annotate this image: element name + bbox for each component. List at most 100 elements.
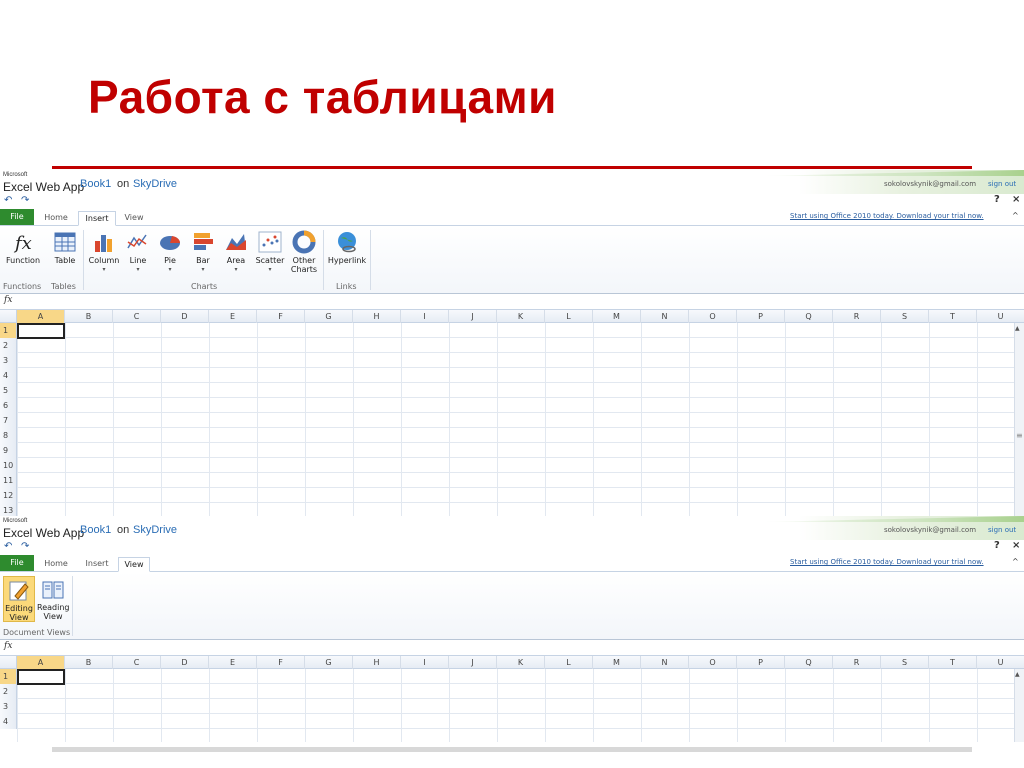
tab-home[interactable]: Home xyxy=(38,211,74,226)
formula-bar[interactable]: fx xyxy=(0,640,1024,656)
editing-view-button[interactable]: Editing View xyxy=(3,576,35,622)
row-header-3[interactable]: 3 xyxy=(0,699,17,714)
undo-icon[interactable]: ↶ xyxy=(4,541,12,552)
tab-home[interactable]: Home xyxy=(38,557,74,572)
column-header-i[interactable]: I xyxy=(401,310,449,323)
office-promo-link[interactable]: Start using Office 2010 today. Download … xyxy=(790,558,984,566)
formula-bar[interactable]: fx xyxy=(0,294,1024,310)
pie-chart-button[interactable]: Pie ▾ xyxy=(156,230,184,274)
close-button[interactable]: × xyxy=(1012,540,1020,551)
column-header-c[interactable]: C xyxy=(113,310,161,323)
column-header-e[interactable]: E xyxy=(209,310,257,323)
column-header-l[interactable]: L xyxy=(545,310,593,323)
office-promo-link[interactable]: Start using Office 2010 today. Download … xyxy=(790,212,984,220)
row-header-12[interactable]: 12 xyxy=(0,488,17,503)
tab-file[interactable]: File xyxy=(0,555,34,571)
column-header-g[interactable]: G xyxy=(305,310,353,323)
skydrive-link[interactable]: SkyDrive xyxy=(133,524,177,536)
redo-icon[interactable]: ↷ xyxy=(21,195,29,206)
column-header-l[interactable]: L xyxy=(545,656,593,669)
skydrive-link[interactable]: SkyDrive xyxy=(133,178,177,190)
column-header-f[interactable]: F xyxy=(257,656,305,669)
column-header-m[interactable]: M xyxy=(593,656,641,669)
column-header-k[interactable]: K xyxy=(497,310,545,323)
collapse-ribbon-icon[interactable]: ^ xyxy=(1012,557,1019,566)
row-header-3[interactable]: 3 xyxy=(0,353,17,368)
column-header-t[interactable]: T xyxy=(929,656,977,669)
column-header-c[interactable]: C xyxy=(113,656,161,669)
line-chart-button[interactable]: Line ▾ xyxy=(124,230,152,274)
workbook-name-link[interactable]: Book1 xyxy=(80,178,111,190)
column-header-j[interactable]: J xyxy=(449,656,497,669)
scroll-up-icon[interactable]: ▲ xyxy=(1015,325,1020,332)
close-button[interactable]: × xyxy=(1012,194,1020,205)
scatter-chart-button[interactable]: Scatter ▾ xyxy=(255,230,285,274)
vertical-scrollbar[interactable]: ▲ xyxy=(1014,669,1024,742)
scroll-grip-icon[interactable]: ≡ xyxy=(1016,431,1023,440)
column-header-s[interactable]: S xyxy=(881,310,929,323)
row-header-1[interactable]: 1 xyxy=(0,669,17,684)
sign-out-link[interactable]: sign out xyxy=(988,526,1016,534)
column-header-j[interactable]: J xyxy=(449,310,497,323)
tab-insert[interactable]: Insert xyxy=(78,557,116,572)
column-header-o[interactable]: O xyxy=(689,656,737,669)
other-charts-button[interactable]: Other Charts xyxy=(288,230,320,274)
help-button[interactable]: ? xyxy=(994,194,1000,205)
collapse-ribbon-icon[interactable]: ^ xyxy=(1012,211,1019,220)
column-header-h[interactable]: H xyxy=(353,310,401,323)
column-header-m[interactable]: M xyxy=(593,310,641,323)
row-header-4[interactable]: 4 xyxy=(0,714,17,729)
function-button[interactable]: fx Function xyxy=(3,230,43,265)
column-header-t[interactable]: T xyxy=(929,310,977,323)
scroll-up-icon[interactable]: ▲ xyxy=(1015,671,1020,678)
column-header-b[interactable]: B xyxy=(65,656,113,669)
active-cell-a1[interactable] xyxy=(17,669,65,685)
reading-view-button[interactable]: Reading View xyxy=(37,576,69,622)
row-header-9[interactable]: 9 xyxy=(0,443,17,458)
column-header-u[interactable]: U xyxy=(977,656,1024,669)
table-button[interactable]: Table xyxy=(50,230,80,265)
row-header-11[interactable]: 11 xyxy=(0,473,17,488)
column-header-a[interactable]: A xyxy=(17,310,65,323)
column-header-b[interactable]: B xyxy=(65,310,113,323)
row-header-7[interactable]: 7 xyxy=(0,413,17,428)
workbook-name-link[interactable]: Book1 xyxy=(80,524,111,536)
sign-out-link[interactable]: sign out xyxy=(988,180,1016,188)
active-cell-a1[interactable] xyxy=(17,323,65,339)
column-header-q[interactable]: Q xyxy=(785,656,833,669)
column-header-f[interactable]: F xyxy=(257,310,305,323)
column-header-o[interactable]: O xyxy=(689,310,737,323)
row-header-2[interactable]: 2 xyxy=(0,684,17,699)
tab-file[interactable]: File xyxy=(0,209,34,225)
column-header-p[interactable]: P xyxy=(737,656,785,669)
select-all-corner[interactable] xyxy=(0,656,17,669)
row-header-10[interactable]: 10 xyxy=(0,458,17,473)
column-header-n[interactable]: N xyxy=(641,310,689,323)
area-chart-button[interactable]: Area ▾ xyxy=(222,230,250,274)
column-header-r[interactable]: R xyxy=(833,656,881,669)
column-chart-button[interactable]: Column ▾ xyxy=(87,230,121,274)
column-header-q[interactable]: Q xyxy=(785,310,833,323)
column-header-s[interactable]: S xyxy=(881,656,929,669)
column-header-a[interactable]: A xyxy=(17,656,65,669)
help-button[interactable]: ? xyxy=(994,540,1000,551)
column-header-i[interactable]: I xyxy=(401,656,449,669)
undo-icon[interactable]: ↶ xyxy=(4,195,12,206)
spreadsheet-grid[interactable]: A B C D E F G H I J K L M N O P Q R S T U 1 2 3 4 ▲ xyxy=(0,656,1024,742)
column-header-p[interactable]: P xyxy=(737,310,785,323)
tab-view[interactable]: View xyxy=(118,557,150,572)
row-header-2[interactable]: 2 xyxy=(0,338,17,353)
hyperlink-button[interactable]: Hyperlink xyxy=(326,230,368,265)
row-header-6[interactable]: 6 xyxy=(0,398,17,413)
tab-insert[interactable]: Insert xyxy=(78,211,116,226)
column-header-u[interactable]: U xyxy=(977,310,1024,323)
column-header-h[interactable]: H xyxy=(353,656,401,669)
column-header-n[interactable]: N xyxy=(641,656,689,669)
row-header-4[interactable]: 4 xyxy=(0,368,17,383)
column-header-e[interactable]: E xyxy=(209,656,257,669)
column-header-d[interactable]: D xyxy=(161,310,209,323)
redo-icon[interactable]: ↷ xyxy=(21,541,29,552)
column-header-d[interactable]: D xyxy=(161,656,209,669)
row-header-8[interactable]: 8 xyxy=(0,428,17,443)
spreadsheet-grid[interactable]: A B C D E F G H I J K L M N O P Q R S T U 1 2 3 4 5 6 7 8 9 10 11 12 13 ▲ ≡ xyxy=(0,310,1024,519)
